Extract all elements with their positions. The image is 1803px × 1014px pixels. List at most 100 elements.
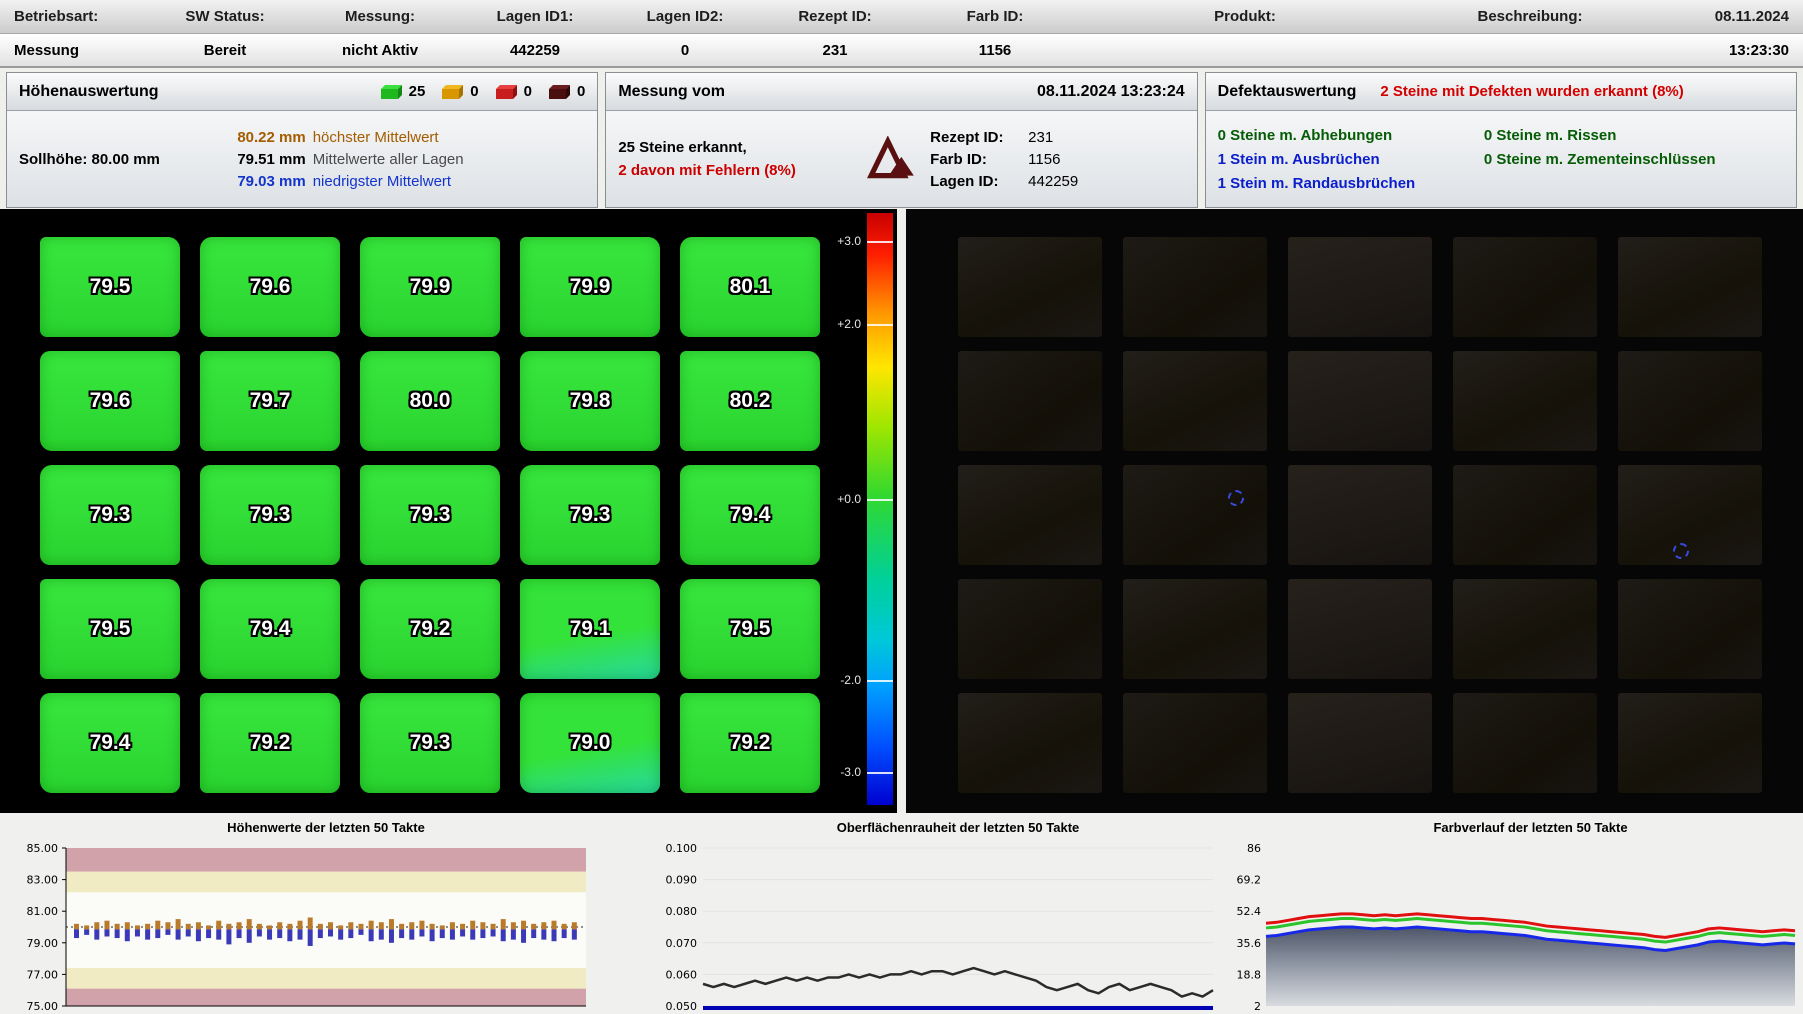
brick-height-value: 79.4 bbox=[250, 617, 291, 641]
green-brick-count: 25 bbox=[409, 83, 426, 100]
svg-text:0.100: 0.100 bbox=[666, 842, 698, 855]
stone-tile bbox=[1288, 351, 1432, 451]
farb-id-value: 1156 bbox=[1028, 151, 1184, 168]
farb-id-row: Farb ID: 1156 bbox=[930, 151, 1184, 168]
stone-tile bbox=[1288, 237, 1432, 337]
scale-tick bbox=[867, 324, 893, 326]
brick-height-value: 79.3 bbox=[410, 731, 451, 755]
brick-height-value: 79.5 bbox=[90, 275, 131, 299]
brick-height-value: 79.8 bbox=[570, 389, 611, 413]
green-brick-icon bbox=[378, 84, 404, 100]
brick-cell: 79.3 bbox=[360, 693, 500, 793]
darkred-brick-icon bbox=[546, 84, 572, 100]
stone-tile bbox=[1123, 351, 1267, 451]
scale-tick bbox=[867, 772, 893, 774]
defekt-item-abhebungen: 0 Steine m. Abhebungen bbox=[1218, 127, 1484, 144]
stone-tile bbox=[1618, 465, 1762, 565]
orange-brick-icon bbox=[439, 84, 465, 100]
status-bar-label-row: Betriebsart: SW Status: Messung: Lagen I… bbox=[0, 0, 1803, 34]
stone-tile bbox=[1288, 465, 1432, 565]
brick-height-value: 79.2 bbox=[250, 731, 291, 755]
orange-brick-count: 0 bbox=[470, 83, 478, 100]
stone-tile bbox=[1453, 693, 1597, 793]
label-produkt: Produkt: bbox=[1080, 8, 1410, 25]
brick-height-value: 79.4 bbox=[730, 503, 771, 527]
svg-text:35.6: 35.6 bbox=[1237, 937, 1262, 950]
stone-tile bbox=[1618, 693, 1762, 793]
brick-counter-orange: 0 bbox=[439, 83, 478, 100]
brick-cell: 79.4 bbox=[680, 465, 820, 565]
stat-min: 79.03 mm niedrigster Mittelwert bbox=[208, 173, 590, 190]
svg-text:0.080: 0.080 bbox=[666, 905, 698, 918]
stat-avg-value: 79.51 mm bbox=[208, 151, 306, 168]
brick-height-value: 79.6 bbox=[90, 389, 131, 413]
stone-tile bbox=[1618, 579, 1762, 679]
brick-cell: 79.1 bbox=[520, 579, 660, 679]
darkred-brick-count: 0 bbox=[577, 83, 585, 100]
svg-text:0.050: 0.050 bbox=[666, 1000, 698, 1013]
stone-tile bbox=[958, 693, 1102, 793]
brick-cell: 79.3 bbox=[360, 465, 500, 565]
camera-grid bbox=[958, 237, 1762, 793]
scale-label-p3: +3.0 bbox=[827, 234, 861, 248]
company-logo bbox=[864, 136, 922, 182]
label-farb-id: Farb ID: bbox=[910, 8, 1080, 25]
stone-tile bbox=[1123, 579, 1267, 679]
brick-cell: 79.3 bbox=[40, 465, 180, 565]
brick-height-value: 79.1 bbox=[570, 617, 611, 641]
farb-id-label: Farb ID: bbox=[930, 151, 1022, 168]
defekt-panel-body: 0 Steine m. Abhebungen 0 Steine m. Risse… bbox=[1206, 111, 1796, 207]
red-brick-icon bbox=[493, 84, 519, 100]
brick-height-value: 79.0 bbox=[570, 731, 611, 755]
brick-cell: 79.5 bbox=[40, 579, 180, 679]
sollhoehe: Sollhöhe: 80.00 mm bbox=[7, 151, 208, 168]
lagen-id-row: Lagen ID: 442259 bbox=[930, 173, 1184, 190]
chart-oberflaechenrauheit-plot: 0.1000.0900.0800.0700.0600.050 bbox=[645, 813, 1220, 1014]
defekt-item-randausbruechen: 1 Stein m. Randausbrüchen bbox=[1218, 175, 1484, 192]
brick-counter-darkred: 0 bbox=[546, 83, 585, 100]
lagen-id-value: 442259 bbox=[1028, 173, 1184, 190]
red-brick-count: 0 bbox=[524, 83, 532, 100]
value-lagen-id2: 0 bbox=[610, 42, 760, 59]
scale-label-m3: -3.0 bbox=[827, 765, 861, 779]
brick-height-value: 79.3 bbox=[410, 503, 451, 527]
value-farb-id: 1156 bbox=[910, 42, 1080, 59]
chart-hoehenwerte-plot: 85.0083.0081.0079.0077.0075.00 bbox=[0, 813, 645, 1014]
stone-tile bbox=[1618, 351, 1762, 451]
stone-tile bbox=[1123, 693, 1267, 793]
brick-height-value: 79.3 bbox=[570, 503, 611, 527]
chart-farbverlauf: Farbverlauf der letzten 50 Takte 8669.25… bbox=[1220, 813, 1803, 1014]
label-lagen-id1: Lagen ID1: bbox=[460, 8, 610, 25]
stone-tile bbox=[1288, 693, 1432, 793]
messung-summary: 25 Steine erkannt, 2 davon mit Fehlern (… bbox=[618, 139, 856, 179]
brick-height-value: 79.2 bbox=[410, 617, 451, 641]
label-messung: Messung: bbox=[300, 8, 460, 25]
chart-farbverlauf-plot: 8669.252.435.618.82 bbox=[1220, 813, 1803, 1014]
brick-height-value: 79.5 bbox=[730, 617, 771, 641]
brick-cell: 79.8 bbox=[520, 351, 660, 451]
sollhoehe-label: Sollhöhe: bbox=[19, 151, 87, 168]
stat-min-label: niedrigster Mittelwert bbox=[313, 173, 590, 190]
label-betriebsart: Betriebsart: bbox=[0, 8, 150, 25]
stone-tile bbox=[958, 237, 1102, 337]
panel-hoehenauswertung: Höhenauswertung 25 0 0 bbox=[6, 72, 598, 208]
scale-tick bbox=[867, 499, 893, 501]
chart-hoehenwerte: Höhenwerte der letzten 50 Takte 85.0083.… bbox=[0, 813, 645, 1014]
lagen-id-label: Lagen ID: bbox=[930, 173, 1022, 190]
panel-messung-vom: Messung vom 08.11.2024 13:23:24 25 Stein… bbox=[605, 72, 1197, 208]
messung-panel-body: 25 Steine erkannt, 2 davon mit Fehlern (… bbox=[606, 111, 1196, 207]
brick-cell: 79.6 bbox=[40, 351, 180, 451]
brick-cell: 79.3 bbox=[200, 465, 340, 565]
defekt-item-ausbruechen: 1 Stein m. Ausbrüchen bbox=[1218, 151, 1484, 168]
brick-counters: 25 0 0 0 bbox=[378, 83, 586, 100]
defect-marker-icon bbox=[1673, 543, 1689, 559]
brick-cell: 80.1 bbox=[680, 237, 820, 337]
svg-text:52.4: 52.4 bbox=[1237, 905, 1262, 918]
stone-tile bbox=[1453, 237, 1597, 337]
stat-max-value: 80.22 mm bbox=[208, 129, 306, 146]
value-rezept-id: 231 bbox=[760, 42, 910, 59]
rezept-id-row: Rezept ID: 231 bbox=[930, 129, 1184, 146]
hoehen-stats: 80.22 mm höchster Mittelwert 79.51 mm Mi… bbox=[208, 129, 598, 190]
height-color-scale bbox=[867, 213, 893, 805]
brick-height-value: 79.3 bbox=[250, 503, 291, 527]
